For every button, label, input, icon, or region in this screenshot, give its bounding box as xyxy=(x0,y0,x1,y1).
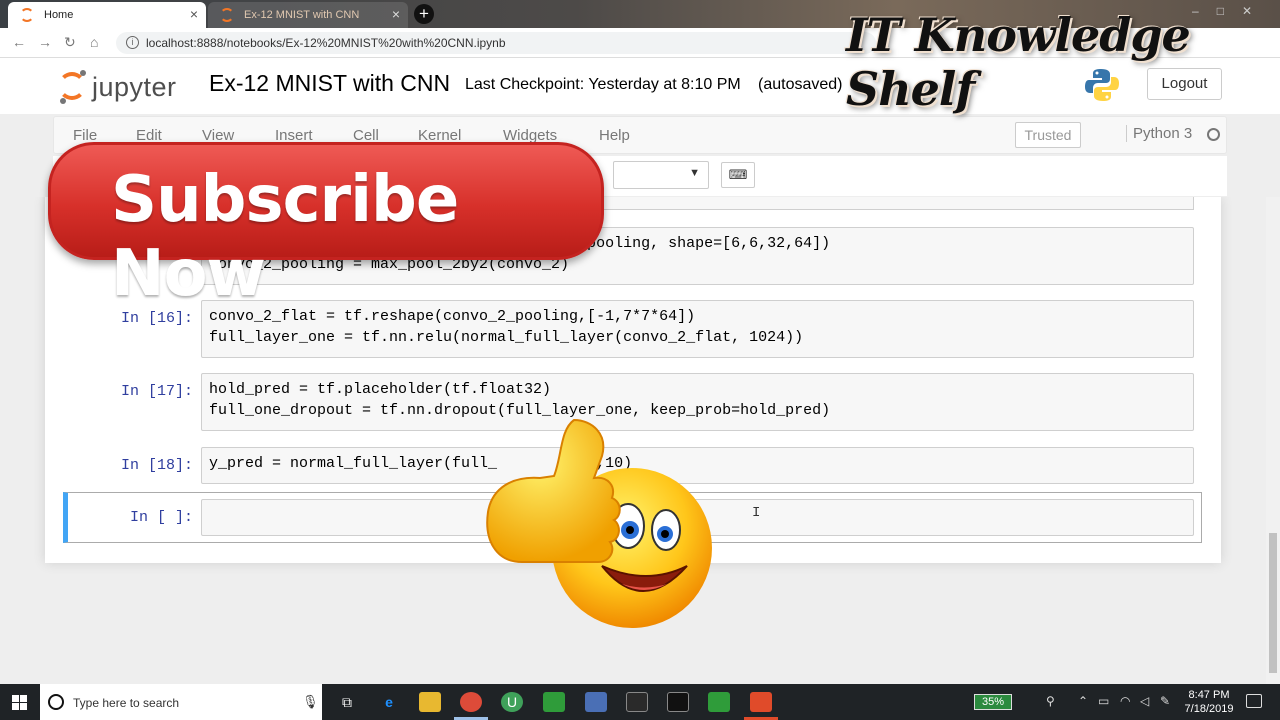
people-icon[interactable]: ⚲ xyxy=(1046,694,1055,708)
scrollbar-thumb[interactable] xyxy=(1269,533,1277,673)
jupyter-ring-icon xyxy=(58,72,86,100)
network-app-icon[interactable] xyxy=(585,692,607,712)
tab-notebook[interactable]: Ex-12 MNIST with CNN × xyxy=(208,2,408,28)
reload-icon[interactable]: ↻ xyxy=(64,34,76,51)
keyboard-shortcuts-button[interactable]: ⌨ xyxy=(721,162,755,188)
close-icon[interactable]: × xyxy=(392,6,400,22)
cell-prompt: In [16]: xyxy=(120,310,193,327)
battery-indicator[interactable]: 35% xyxy=(974,694,1012,710)
kernel-name[interactable]: Python 3 xyxy=(1126,125,1192,142)
chrome-icon[interactable] xyxy=(460,692,482,712)
app-u-icon[interactable]: U xyxy=(501,692,523,712)
close-icon[interactable]: × xyxy=(190,6,198,22)
notification-icon[interactable] xyxy=(1246,694,1262,708)
home-icon[interactable]: ⌂ xyxy=(90,34,98,50)
cell-prompt: In [ ]: xyxy=(129,509,193,526)
tab-label: Ex-12 MNIST with CNN xyxy=(244,9,360,21)
file-explorer-icon[interactable] xyxy=(419,692,441,712)
windows-taskbar: Type here to search 🎙 ⧉ e U 35% ⚲ ⌃ ▭ ◠ … xyxy=(0,684,1280,720)
taskbar-search-input[interactable]: Type here to search 🎙 xyxy=(40,684,322,720)
wifi-icon[interactable]: ◠ xyxy=(1120,694,1130,708)
jupyter-favicon-icon xyxy=(220,8,234,22)
clock-time: 8:47 PM xyxy=(1188,689,1230,701)
camtasia-icon[interactable] xyxy=(543,692,565,712)
back-icon[interactable]: ← xyxy=(12,34,26,50)
autosave-status: (autosaved) xyxy=(758,76,843,93)
subscribe-now-banner: Subscribe Now xyxy=(48,142,604,311)
info-icon[interactable]: i xyxy=(126,36,139,49)
kernel-idle-icon xyxy=(1207,128,1220,141)
thumbs-up-smiley-icon xyxy=(486,418,712,628)
cell-prompt: In [17]: xyxy=(120,383,193,400)
url-input[interactable]: i localhost:8888/notebooks/Ex-12%20MNIST… xyxy=(116,32,876,54)
notebook-title[interactable]: Ex-12 MNIST with CNN xyxy=(209,70,450,97)
channel-watermark: IT Knowledge Shelf xyxy=(846,8,1191,116)
recorder-icon[interactable] xyxy=(750,692,772,712)
forward-icon[interactable]: → xyxy=(38,34,52,50)
taskbar-clock[interactable]: 8:47 PM 7/18/2019 xyxy=(1180,688,1238,716)
tab-home[interactable]: Home × xyxy=(8,2,206,28)
edge-icon[interactable]: e xyxy=(378,692,400,712)
chevron-down-icon: ▼ xyxy=(689,167,700,179)
jupyter-favicon-icon xyxy=(20,8,34,22)
search-placeholder: Type here to search xyxy=(73,696,180,710)
trusted-indicator[interactable]: Trusted xyxy=(1015,122,1081,148)
url-text: localhost:8888/notebooks/Ex-12%20MNIST%2… xyxy=(146,36,506,50)
new-tab-button[interactable]: + xyxy=(414,4,434,24)
cell-prompt: In [18]: xyxy=(120,457,193,474)
clock-date: 7/18/2019 xyxy=(1184,703,1234,715)
menu-help[interactable]: Help xyxy=(599,127,630,144)
subscribe-label: Subscribe Now xyxy=(111,163,459,311)
text-cursor-icon: I xyxy=(752,505,761,521)
volume-icon[interactable]: ◁ xyxy=(1140,694,1149,708)
cell-type-select[interactable]: ▼ xyxy=(613,161,709,189)
jupyter-dot-icon xyxy=(60,98,66,104)
windows-start-icon[interactable] xyxy=(12,695,27,710)
tab-label: Home xyxy=(44,9,74,21)
terminal-icon[interactable] xyxy=(667,692,689,712)
power-icon[interactable]: ▭ xyxy=(1098,694,1109,708)
store-icon[interactable] xyxy=(626,692,648,712)
cortana-icon xyxy=(48,694,64,710)
camtasia-recorder-icon[interactable] xyxy=(708,692,730,712)
pen-icon[interactable]: ✎ xyxy=(1160,694,1170,708)
task-view-icon[interactable]: ⧉ xyxy=(336,692,358,712)
jupyter-dot-icon xyxy=(80,70,86,76)
jupyter-wordmark: jupyter xyxy=(92,72,177,102)
checkpoint-status: Last Checkpoint: Yesterday at 8:10 PM xyxy=(465,76,741,93)
microphone-icon[interactable]: 🎙 xyxy=(302,694,319,710)
chevron-up-icon[interactable]: ⌃ xyxy=(1078,694,1088,708)
page-scrollbar[interactable] xyxy=(1266,197,1280,684)
jupyter-logo[interactable]: jupyter xyxy=(58,66,198,106)
